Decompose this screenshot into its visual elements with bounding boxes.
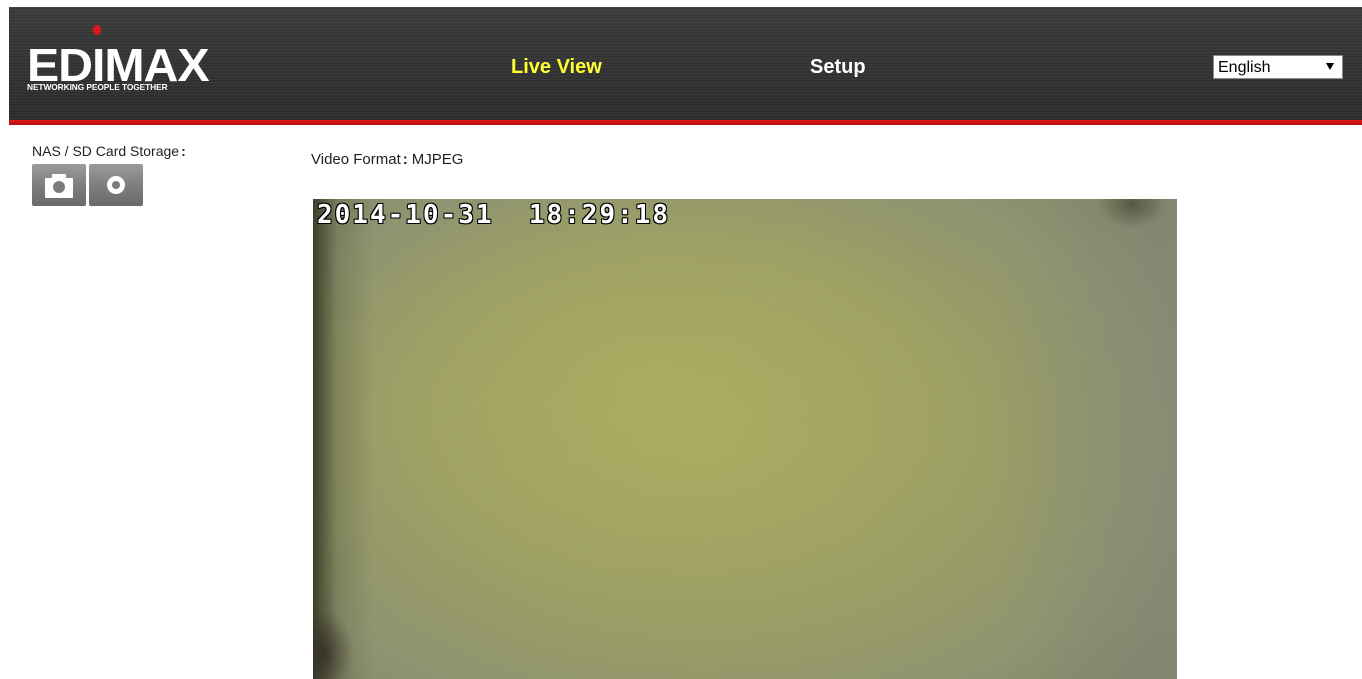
video-format-line: Video Format: MJPEG xyxy=(311,151,463,169)
nav-live-view[interactable]: Live View xyxy=(511,55,602,79)
edimax-logo: EDIMAX NETWORKING PEOPLE TOGETHER xyxy=(22,25,210,94)
video-format-colon: : xyxy=(402,151,408,168)
nav-setup[interactable]: Setup xyxy=(810,55,866,79)
logo-tagline: NETWORKING PEOPLE TOGETHER xyxy=(27,82,168,92)
snapshot-button[interactable] xyxy=(32,164,86,206)
video-format-label: Video Format xyxy=(311,151,401,168)
live-video-stream[interactable]: 2014-10-31 18:29:18 xyxy=(313,199,1177,679)
video-shading-corner-bottom xyxy=(313,609,353,679)
video-shading-corner xyxy=(1097,199,1167,229)
logo-red-dot xyxy=(93,25,101,35)
storage-label-colon: : xyxy=(181,143,186,159)
record-button[interactable] xyxy=(89,164,143,206)
video-format-value: MJPEG xyxy=(411,151,464,168)
page: EDIMAX NETWORKING PEOPLE TOGETHER Live V… xyxy=(0,0,1362,679)
video-timestamp-overlay: 2014-10-31 18:29:18 xyxy=(317,200,671,230)
caret-down-icon xyxy=(1326,63,1334,70)
language-selected-value: English xyxy=(1218,59,1271,76)
storage-label: NAS / SD Card Storage: xyxy=(32,143,186,160)
top-navigation-bar xyxy=(9,7,1362,120)
video-shading-right xyxy=(997,199,1177,679)
header-accent-line xyxy=(9,120,1362,125)
video-shading-left xyxy=(313,199,373,679)
storage-label-text: NAS / SD Card Storage xyxy=(32,143,180,159)
camera-lens-icon xyxy=(53,181,65,193)
record-icon-center xyxy=(112,181,120,189)
language-select[interactable]: English xyxy=(1213,55,1343,79)
